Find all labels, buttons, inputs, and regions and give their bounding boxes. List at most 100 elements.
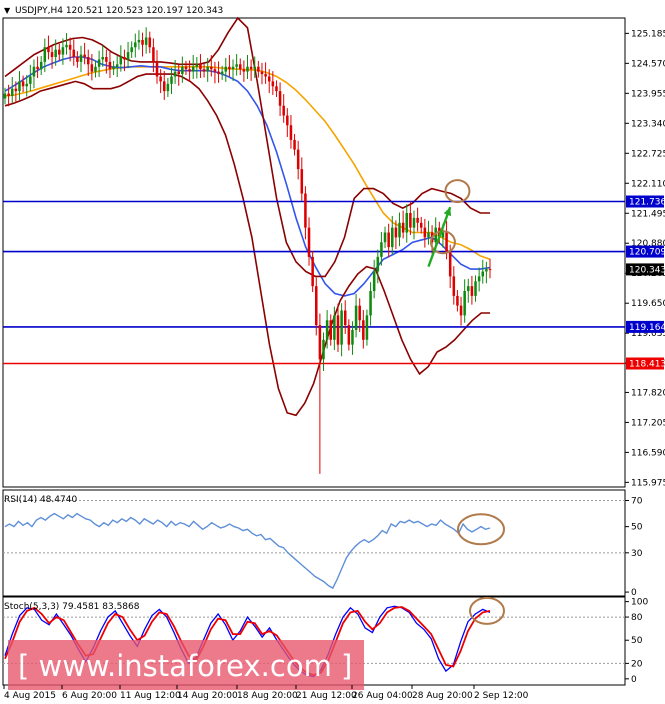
candle-body bbox=[68, 44, 72, 50]
candle-body bbox=[249, 66, 253, 70]
candle-body bbox=[409, 213, 412, 228]
candle-body bbox=[358, 305, 361, 321]
price-axis-ticks: 125.185 124.570 123.955 123.340 122.725 122.1… bbox=[625, 29, 665, 488]
candle-body bbox=[7, 93, 10, 97]
badge-121.736-label: 121.736 bbox=[629, 198, 665, 208]
chart-window: 125.185 124.570 123.955 123.340 122.725 122.1… bbox=[2, 6, 665, 701]
candle-body bbox=[300, 169, 304, 194]
badge-120.709-label: 120.709 bbox=[629, 248, 665, 258]
rsi-tick-label: 70 bbox=[631, 496, 643, 506]
candle-body bbox=[383, 232, 387, 243]
price-tick-label: 124.570 bbox=[631, 59, 665, 69]
candle-body bbox=[488, 269, 492, 271]
candle-body bbox=[307, 227, 311, 257]
rsi-axis-ticks: 70 50 30 0 bbox=[625, 496, 643, 598]
candle-body bbox=[405, 213, 409, 233]
candle-body bbox=[441, 232, 445, 238]
candle-body bbox=[54, 49, 57, 58]
candle-body bbox=[195, 64, 199, 67]
candle-body bbox=[485, 269, 488, 272]
stoch-tick-label: 100 bbox=[631, 598, 648, 608]
candle-body bbox=[448, 252, 452, 277]
candle-body bbox=[271, 81, 275, 87]
candle-body bbox=[463, 291, 466, 316]
candle-body bbox=[452, 276, 456, 296]
badge-119.164-label: 119.164 bbox=[629, 323, 665, 333]
candle-body bbox=[257, 66, 260, 72]
candle-body bbox=[296, 149, 300, 170]
candle-body bbox=[278, 91, 282, 106]
candle-body bbox=[188, 69, 191, 72]
candle-body bbox=[199, 64, 202, 70]
candle-body bbox=[412, 217, 416, 228]
candle-body bbox=[333, 315, 336, 340]
candle-body bbox=[184, 66, 188, 70]
candle-body bbox=[217, 71, 220, 75]
candle-body bbox=[3, 93, 7, 99]
candle-body bbox=[376, 256, 380, 272]
candle-body bbox=[170, 76, 173, 84]
candle-body bbox=[61, 47, 65, 55]
candle-body bbox=[246, 66, 249, 72]
candle-body bbox=[36, 66, 39, 70]
candle-body bbox=[108, 61, 112, 70]
candle-body bbox=[459, 305, 463, 316]
time-tick-label: 2 Sep 12:00 bbox=[474, 691, 529, 701]
candle-body bbox=[210, 66, 213, 70]
candle-body bbox=[343, 310, 347, 326]
candle-body bbox=[148, 37, 152, 48]
candle-body bbox=[231, 66, 235, 70]
candle-body bbox=[126, 52, 130, 60]
candle-body bbox=[322, 339, 325, 360]
time-tick-label: 4 Aug 2015 bbox=[4, 691, 56, 701]
candle-body bbox=[267, 76, 271, 82]
price-tick-label: 121.495 bbox=[631, 209, 665, 219]
candle-body bbox=[325, 320, 329, 340]
candle-body bbox=[206, 66, 209, 72]
rsi-tick-label: 50 bbox=[631, 523, 643, 533]
candle-body bbox=[29, 76, 32, 84]
panels bbox=[2, 17, 626, 686]
candle-body bbox=[372, 271, 376, 292]
candle-body bbox=[181, 66, 184, 75]
candle-body bbox=[311, 256, 314, 287]
candle-body bbox=[264, 74, 267, 77]
candle-body bbox=[391, 227, 394, 248]
candle-body bbox=[144, 37, 148, 45]
candle-body bbox=[387, 232, 390, 248]
candle-body bbox=[318, 325, 322, 360]
stoch-tick-label: 50 bbox=[631, 636, 643, 646]
candle-body bbox=[94, 66, 97, 72]
rsi-title: RSI(14) 48.4740 bbox=[4, 495, 77, 505]
time-tick-label: 28 Aug 20:00 bbox=[412, 691, 473, 701]
candle-body bbox=[369, 291, 372, 316]
candle-body bbox=[79, 54, 83, 62]
price-tick-label: 125.185 bbox=[631, 29, 665, 39]
candle-body bbox=[72, 49, 76, 58]
candle-body bbox=[47, 47, 50, 53]
candle-body bbox=[336, 315, 340, 345]
candle-body bbox=[445, 232, 448, 253]
candle-body bbox=[65, 44, 68, 48]
candle-body bbox=[416, 217, 419, 223]
candle-body bbox=[86, 57, 90, 65]
candle-body bbox=[427, 232, 430, 238]
price-tick-label: 123.955 bbox=[631, 89, 665, 99]
candle-body bbox=[380, 242, 383, 257]
candle-body bbox=[14, 88, 18, 92]
candle-body bbox=[21, 81, 25, 87]
candle-body bbox=[155, 61, 159, 77]
candle-body bbox=[90, 64, 94, 72]
price-tick-label: 117.820 bbox=[631, 388, 665, 398]
candle-body bbox=[43, 47, 47, 62]
candle-body bbox=[130, 47, 133, 53]
price-tick-label: 123.340 bbox=[631, 119, 665, 129]
price-level-badges: 121.736 120.709 119.164 118.413 120.343 bbox=[626, 195, 665, 370]
candle-body bbox=[394, 227, 398, 238]
candle-body bbox=[456, 295, 459, 306]
candle-body bbox=[293, 139, 296, 150]
candle-body bbox=[32, 66, 36, 77]
candle-body bbox=[481, 271, 485, 277]
stoch-title: Stoch(5,3,3) 79.4581 83.5868 bbox=[4, 602, 140, 612]
candle-body bbox=[423, 227, 427, 238]
